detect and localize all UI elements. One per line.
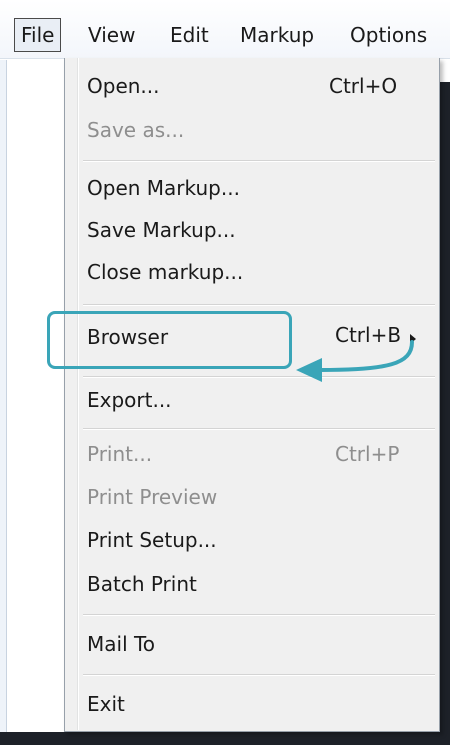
- menu-item-mail-to[interactable]: Mail To: [87, 624, 155, 664]
- menu-edit[interactable]: Edit: [170, 18, 209, 52]
- menu-separator: [83, 304, 435, 306]
- menu-separator: [83, 614, 435, 616]
- menu-separator: [83, 160, 435, 162]
- application-window: File View Edit Markup Options Open... Ct…: [0, 0, 450, 745]
- file-menu-dropdown: Open... Ctrl+O Save as... Open Markup...…: [64, 58, 440, 732]
- menu-item-print: Print...: [87, 442, 153, 466]
- menu-item-open-markup[interactable]: Open Markup...: [87, 168, 240, 208]
- menu-item-export[interactable]: Export...: [87, 380, 172, 420]
- menu-options[interactable]: Options: [350, 18, 427, 52]
- menu-item-open[interactable]: Open...: [87, 66, 160, 106]
- menu-view[interactable]: View: [88, 18, 135, 52]
- menu-item-print-preview: Print Preview: [87, 485, 218, 509]
- menu-separator: [83, 428, 435, 430]
- menu-separator: [83, 674, 435, 676]
- shortcut-open: Ctrl+O: [329, 74, 398, 98]
- menu-item-save-as: Save as...: [87, 118, 185, 142]
- menu-item-print-setup[interactable]: Print Setup...: [87, 520, 217, 560]
- app-canvas-right: [440, 82, 450, 745]
- menu-item-batch-print[interactable]: Batch Print: [87, 564, 197, 604]
- menu-markup[interactable]: Markup: [240, 18, 314, 52]
- menu-gutter: [77, 58, 79, 730]
- menu-item-save-markup[interactable]: Save Markup...: [87, 210, 236, 250]
- curved-arrow-icon: [296, 340, 414, 382]
- menu-bar: File View Edit Markup Options: [0, 0, 450, 59]
- menu-file[interactable]: File: [14, 18, 62, 52]
- browser-highlight-box: [47, 311, 292, 369]
- app-canvas-bottom: [0, 732, 450, 745]
- menu-item-exit[interactable]: Exit: [87, 684, 125, 724]
- app-left-edge: [0, 60, 7, 745]
- menu-item-close-markup[interactable]: Close markup...: [87, 252, 243, 292]
- shortcut-print: Ctrl+P: [335, 442, 400, 466]
